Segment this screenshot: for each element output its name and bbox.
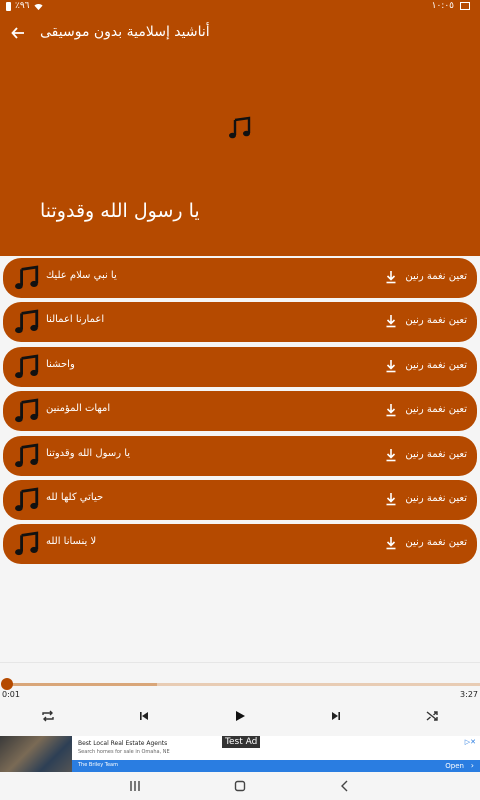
download-icon[interactable] <box>386 537 396 550</box>
now-playing-title: يا رسول الله وقدوتنا <box>40 200 200 222</box>
set-ringtone-button[interactable]: تعين نغمة رنين <box>401 315 467 326</box>
song-title: يا نبي سلام عليك <box>46 270 117 281</box>
download-icon[interactable] <box>386 404 396 417</box>
back-button[interactable] <box>8 23 28 43</box>
song-title: واحشنا <box>46 359 75 370</box>
shuffle-icon[interactable] <box>425 709 439 723</box>
ad-choices-icon[interactable]: ▷✕ <box>465 738 476 746</box>
battery-icon <box>6 1 11 11</box>
repeat-icon[interactable] <box>41 709 55 723</box>
chevron-right-icon: › <box>470 761 474 770</box>
music-note-icon <box>15 531 39 556</box>
song-row[interactable]: واحشنا تعين نغمة رنين <box>3 347 477 387</box>
recent-apps-icon[interactable] <box>128 780 142 792</box>
music-note-icon <box>15 354 39 379</box>
seek-thumb[interactable] <box>1 678 13 690</box>
download-icon[interactable] <box>386 271 396 284</box>
song-row[interactable]: لا ينسانا الله تعين نغمة رنين <box>3 524 477 564</box>
music-note-icon <box>15 443 39 468</box>
home-icon[interactable] <box>233 780 247 792</box>
music-note-icon <box>15 398 39 423</box>
seek-bar[interactable] <box>5 683 480 686</box>
set-ringtone-button[interactable]: تعين نغمة رنين <box>401 404 467 415</box>
system-nav-bar <box>0 772 480 800</box>
set-ringtone-button[interactable]: تعين نغمة رنين <box>401 271 467 282</box>
next-icon[interactable] <box>329 709 343 723</box>
app-title: أناشيد إسلامية بدون موسيقى <box>40 24 210 40</box>
song-row[interactable]: حياتي كلها لله تعين نغمة رنين <box>3 480 477 520</box>
download-icon[interactable] <box>386 493 396 506</box>
set-ringtone-button[interactable]: تعين نغمة رنين <box>401 537 467 548</box>
song-row[interactable]: يا نبي سلام عليك تعين نغمة رنين <box>3 258 477 298</box>
song-row[interactable]: اعمارنا اعمالنا تعين نغمة رنين <box>3 302 477 342</box>
music-note-icon <box>15 309 39 334</box>
header-hero: أناشيد إسلامية بدون موسيقى يا رسول الله … <box>0 14 480 256</box>
ad-open-button[interactable]: Open <box>445 762 464 770</box>
previous-icon[interactable] <box>137 709 151 723</box>
music-note-icon <box>15 487 39 512</box>
download-icon[interactable] <box>386 315 396 328</box>
ad-action-bar[interactable] <box>72 760 480 772</box>
set-ringtone-button[interactable]: تعين نغمة رنين <box>401 449 467 460</box>
song-title: اعمارنا اعمالنا <box>46 314 105 325</box>
ad-image[interactable] <box>0 736 72 772</box>
media-player: 0:01 3:27 <box>0 662 480 736</box>
ad-title[interactable]: Best Local Real Estate Agents <box>78 740 167 747</box>
ad-banner[interactable]: Best Local Real Estate Agents Search hom… <box>0 736 480 772</box>
music-note-icon <box>229 116 251 139</box>
download-icon[interactable] <box>386 360 396 373</box>
status-left: ٪٩٦ <box>6 1 43 11</box>
image-icon <box>460 2 470 10</box>
song-row[interactable]: امهات المؤمنين تعين نغمة رنين <box>3 391 477 431</box>
set-ringtone-button[interactable]: تعين نغمة رنين <box>401 493 467 504</box>
set-ringtone-button[interactable]: تعين نغمة رنين <box>401 360 467 371</box>
total-time: 3:27 <box>460 690 478 699</box>
status-right: ١٠:٠٥ <box>432 1 470 11</box>
song-row[interactable]: يا رسول الله وقدوتنا تعين نغمة رنين <box>3 436 477 476</box>
status-time: ١٠:٠٥ <box>431 1 454 11</box>
arrow-back-icon <box>11 27 24 39</box>
song-title: حياتي كلها لله <box>46 492 104 503</box>
song-title: يا رسول الله وقدوتنا <box>46 448 131 459</box>
back-nav-icon[interactable] <box>338 780 352 792</box>
current-time: 0:01 <box>2 690 20 699</box>
music-note-icon <box>15 265 39 290</box>
ad-subtitle: Search homes for sale in Omaha, NE <box>78 749 170 755</box>
status-bar: ٪٩٦ ١٠:٠٥ <box>0 0 480 14</box>
play-icon[interactable] <box>233 709 247 723</box>
song-title: لا ينسانا الله <box>46 536 97 547</box>
seek-bar-buffer <box>5 683 157 686</box>
wifi-icon <box>33 3 43 10</box>
ad-label: Test Ad <box>222 736 261 748</box>
song-title: امهات المؤمنين <box>46 403 111 414</box>
download-icon[interactable] <box>386 449 396 462</box>
battery-text: ٪٩٦ <box>15 1 30 11</box>
ad-advertiser: The Briley Team <box>78 762 118 768</box>
